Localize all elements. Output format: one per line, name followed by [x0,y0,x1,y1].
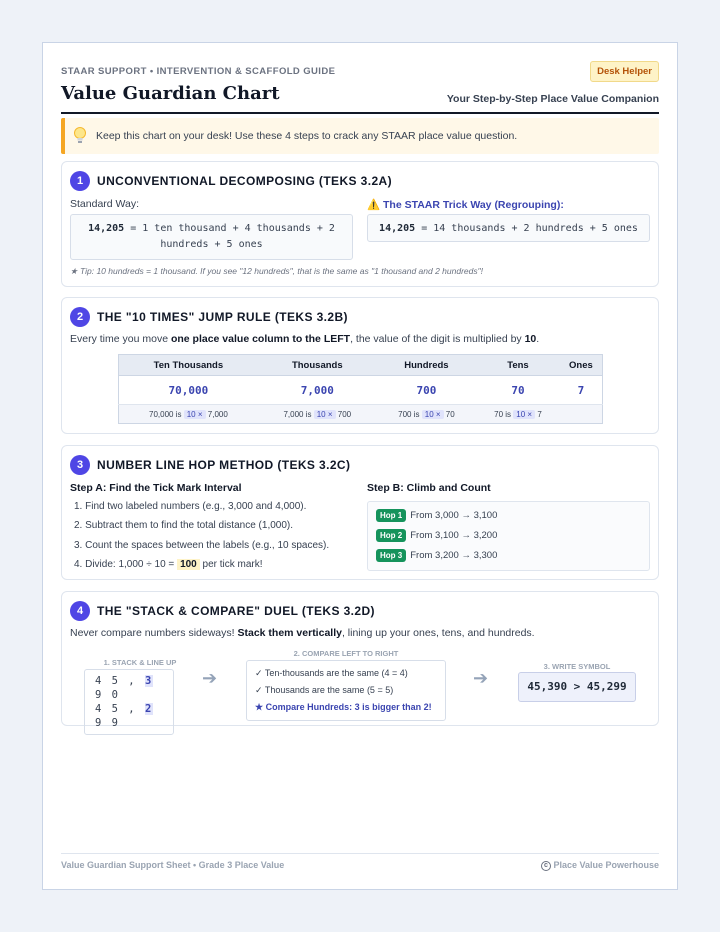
footer-divider [61,853,659,854]
desk-helper-badge: Desk Helper [590,61,659,82]
place-value-cell: 700 [376,375,477,405]
trick-equation: 14,205 = 14 thousands + 2 hundreds + 5 o… [367,214,650,242]
place-value-cell: 7,000 [257,375,377,405]
lightbulb-icon [74,127,86,143]
compare-line: ★ Compare Hundreds: 3 is bigger than 2! [255,702,432,712]
column-header: Hundreds [376,354,477,376]
stacked-row: 4 5 , 3 9 0 [95,675,154,701]
tip-text: Keep this chart on your desk! Use these … [96,130,518,142]
footer-left: Value Guardian Support Sheet • Grade 3 P… [61,860,285,870]
standard-equation: 14,205 = 1 ten thousand + 4 thousands + … [70,214,353,260]
compare-step-label: 2. COMPARE LEFT TO RIGHT [293,649,399,658]
compare-line: ✓ Thousands are the same (5 = 5) [255,685,394,695]
trick-way-label: ⚠️ The STAAR Trick Way (Regrouping): [367,199,564,211]
section-ten-times: 2 THE "10 TIMES" JUMP RULE (TEKS 3.2B) E… [61,297,659,434]
section-title: UNCONVENTIONAL DECOMPOSING (TEKS 3.2A) [97,174,393,188]
list-item: 4. Divide: 1,000 ÷ 10 = 100 per tick mar… [74,558,263,570]
relation-cell: 70,000 is 10 × 7,000 [118,404,258,424]
section-title: NUMBER LINE HOP METHOD (TEKS 3.2C) [97,458,351,472]
page-title: Value Guardian Chart [61,83,280,104]
section-number: 1 [70,171,90,191]
step-b-label: Step B: Climb and Count [367,482,491,494]
column-header: Ten Thousands [118,354,258,376]
stacked-row: 4 5 , 2 9 9 [95,703,154,729]
place-value-table: Ten Thousands Thousands Hundreds Tens On… [118,354,603,424]
column-header: Tens [476,354,560,376]
worksheet-page: STAAR SUPPORT • INTERVENTION & SCAFFOLD … [42,42,678,890]
comparison-symbol: 45,390 > 45,299 [518,672,636,702]
list-item: 1. Find two labeled numbers (e.g., 3,000… [74,501,307,512]
regrouping-tip-note: ★ Tip: 10 hundreds = 1 thousand. If you … [70,266,484,276]
right-arrow-icon: ➔ [473,668,489,688]
interval-steps-list: 1. Find two labeled numbers (e.g., 3,000… [74,501,329,578]
section-title: THE "STACK & COMPARE" DUEL (TEKS 3.2D) [97,604,375,618]
copyright-icon: c [540,860,551,871]
stack-step-label: 1. STACK & LINE UP [103,658,177,667]
column-header: Thousands [257,354,377,376]
section-number: 4 [70,601,90,621]
column-header: Ones [559,354,603,376]
section-title: THE "10 TIMES" JUMP RULE (TEKS 3.2B) [97,310,348,324]
place-value-cell: 70 [476,375,560,405]
section-number-line: 3 NUMBER LINE HOP METHOD (TEKS 3.2C) Ste… [61,445,659,580]
page-tagline: Your Step-by-Step Place Value Companion [446,93,659,105]
equation-text: = 14 thousands + 2 hundreds + 5 ones [415,223,638,234]
relation-cell-empty [559,404,603,424]
section-stack-compare: 4 THE "STACK & COMPARE" DUEL (TEKS 3.2D)… [61,591,659,735]
equation-number: 14,205 [88,223,125,234]
compare-line: ✓ Ten-thousands are the same (4 = 4) [255,668,408,678]
tip-callout: Keep this chart on your desk! Use these … [61,118,659,154]
list-item: 2. Subtract them to find the total dista… [74,520,294,532]
hop-list: Hop 1 From 3,000 → 3,100 Hop 2 From 3,100 … [367,501,650,571]
relation-cell: 700 is 10 × 70 [376,404,477,424]
header-kicker: STAAR SUPPORT • INTERVENTION & SCAFFOLD … [61,66,336,77]
title-divider [61,112,659,114]
footer-right: c Place Value Powerhouse [540,860,659,871]
interval-highlight: 100 [177,558,200,570]
symbol-step-label: 3. WRITE SYMBOL [543,662,611,671]
hop-item: Hop 2 From 3,100 → 3,200 [376,529,497,542]
hop-item: Hop 1 From 3,000 → 3,100 [376,509,497,522]
hop-item: Hop 3 From 3,200 → 3,300 [376,549,497,562]
list-item: 3. Count the spaces between the labels (… [74,539,330,551]
section-number: 3 [70,455,90,475]
step-a-label: Step A: Find the Tick Mark Interval [70,482,242,494]
place-value-cell: 70,000 [118,375,258,405]
standard-way-label: Standard Way: [70,198,140,210]
compare-steps: ✓ Ten-thousands are the same (4 = 4) ✓ T… [246,660,446,721]
relation-cell: 70 is 10 × 7 [476,404,560,424]
equation-text: = 1 ten thousand + 4 thousands + 2 hundr… [124,223,335,250]
equation-number: 14,205 [379,223,416,234]
section-number: 2 [70,307,90,327]
stack-intro: Never compare numbers sideways! Stack th… [70,627,535,639]
right-arrow-icon: ➔ [202,668,218,688]
stacked-numbers: 4 5 , 3 9 0 4 5 , 2 9 9 [84,669,174,735]
relation-cell: 7,000 is 10 × 700 [257,404,377,424]
warning-icon: ⚠️ [367,199,381,211]
ten-times-intro: Every time you move one place value colu… [70,333,540,345]
section-decomposing: 1 UNCONVENTIONAL DECOMPOSING (TEKS 3.2A)… [61,161,659,287]
place-value-cell: 7 [559,375,603,405]
